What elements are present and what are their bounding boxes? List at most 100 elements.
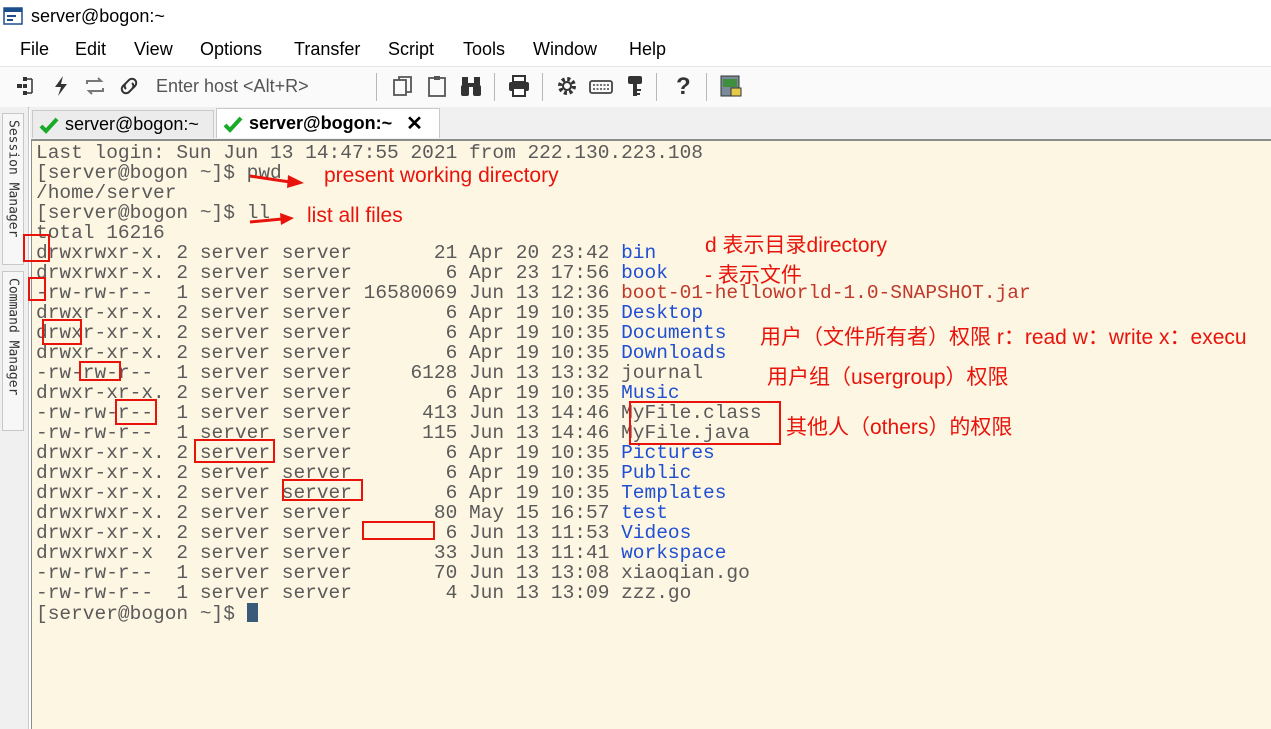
file-meta: 2 server server 21 Apr 20 23:42	[164, 242, 622, 264]
disconnect-icon[interactable]	[116, 73, 142, 99]
arrow-pwd	[249, 174, 304, 188]
annotation-group: 用户组（usergroup）权限	[767, 366, 1009, 389]
file-meta: 2 server server 6 Apr 19 10:35	[164, 382, 622, 404]
session-manager-tab[interactable]: Session Manager	[2, 113, 24, 265]
check-icon	[39, 117, 59, 134]
menu-window[interactable]: Window	[533, 39, 597, 60]
file-list-row: -rw-rw-r-- 1 server server 4 Jun 13 13:0…	[36, 583, 691, 603]
file-name: Videos	[621, 522, 692, 544]
file-list-row: -rw-rw-r-- 1 server server 16580069 Jun …	[36, 283, 1031, 303]
toolbar-separator	[706, 73, 707, 101]
menu-bar: File Edit View Options Transfer Script T…	[0, 37, 1271, 65]
terminal-line-pwd-output: /home/server	[36, 182, 177, 204]
file-list-row: drwxrwxr-x 2 server server 33 Jun 13 11:…	[36, 543, 726, 563]
tab-label: server@bogon:~	[249, 113, 393, 133]
menu-edit[interactable]: Edit	[75, 39, 106, 60]
highlight-group-perm	[79, 361, 121, 381]
file-list-row: -rw-rw-r-- 1 server server 6128 Jun 13 1…	[36, 363, 703, 383]
file-name: zzz.go	[621, 582, 692, 604]
highlight-size	[362, 521, 435, 540]
help-icon[interactable]: ?	[670, 73, 696, 99]
toolbar-separator	[542, 73, 543, 101]
tab-session-1[interactable]: server@bogon:~	[32, 110, 214, 138]
find-icon[interactable]	[458, 73, 484, 99]
annotation-pwd: present working directory	[324, 164, 559, 187]
sftp-icon[interactable]	[718, 73, 744, 99]
file-list-row: drwxr-xr-x. 2 server server 6 Apr 19 10:…	[36, 303, 703, 323]
menu-tools[interactable]: Tools	[463, 39, 505, 60]
paste-icon[interactable]	[424, 73, 450, 99]
highlight-file-flag	[28, 277, 46, 301]
file-permissions: drwxr-xr-x.	[36, 482, 165, 504]
file-meta: 2 server server 6 Apr 19 10:35	[164, 342, 622, 364]
close-icon[interactable]: ✕	[406, 111, 423, 136]
svg-text:?: ?	[676, 73, 691, 99]
file-permissions: -rw-rw-r--	[36, 582, 154, 604]
side-panel: Session Manager Command Manager	[0, 107, 29, 729]
menu-view[interactable]: View	[134, 39, 173, 60]
highlight-myfile	[629, 401, 781, 445]
annotation-user: 用户（文件所有者）权限 r：read w：write x：execu	[760, 326, 1247, 349]
file-name: boot-01-helloworld-1.0-SNAPSHOT.jar	[621, 282, 1031, 304]
terminal-line-cmd-ll: [server@bogon ~]$ ll	[36, 202, 271, 224]
toolbar-separator	[376, 73, 377, 101]
file-name: Desktop	[621, 302, 704, 324]
file-meta: 2 server server 6 Apr 19 10:35	[164, 322, 622, 344]
annotation-dir: d 表示目录directory	[705, 234, 888, 257]
menu-file[interactable]: File	[20, 39, 49, 60]
file-list-row: drwxr-xr-x. 2 server server 6 Apr 19 10:…	[36, 463, 691, 483]
file-meta: 2 server server 6 Apr 23 17:56	[164, 262, 622, 284]
file-list-row: drwxr-xr-x. 2 server server 6 Apr 19 10:…	[36, 343, 726, 363]
file-meta: 2 server server 6 Apr 19 10:35	[164, 462, 622, 484]
toolbar: ?	[0, 66, 1271, 108]
file-permissions: drwxr-xr-x.	[36, 462, 165, 484]
file-meta: 1 server server 16580069 Jun 13 12:36	[153, 282, 622, 304]
terminal-line-cmd-pwd: [server@bogon ~]$ pwd	[36, 162, 282, 184]
copy-icon[interactable]	[390, 73, 416, 99]
file-list-row: drwxr-xr-x. 2 server server 6 Apr 19 10:…	[36, 483, 726, 503]
reconnect-icon[interactable]	[82, 73, 108, 99]
toolbar-separator	[494, 73, 495, 101]
file-list-row: -rw-rw-r-- 1 server server 70 Jun 13 13:…	[36, 563, 750, 583]
menu-script[interactable]: Script	[388, 39, 434, 60]
file-meta: 2 server server 6 Apr 19 10:35	[164, 302, 622, 324]
print-icon[interactable]	[506, 73, 532, 99]
annotation-ll: list all files	[307, 204, 403, 227]
highlight-owner	[194, 439, 275, 463]
file-name: journal	[621, 362, 704, 384]
file-meta: 1 server server 4 Jun 13 13:09	[153, 582, 622, 604]
toolbar-separator	[656, 73, 657, 101]
quick-connect-icon[interactable]	[48, 73, 74, 99]
window-title: server@bogon:~	[31, 6, 165, 26]
menu-options[interactable]: Options	[200, 39, 262, 60]
arrow-ll	[249, 213, 294, 225]
file-list-row: drwxrwxr-x. 2 server server 80 May 15 16…	[36, 503, 668, 523]
gear-icon[interactable]	[554, 73, 580, 99]
menu-help[interactable]: Help	[629, 39, 666, 60]
command-manager-tab[interactable]: Command Manager	[2, 271, 24, 431]
file-permissions: drwxrwxr-x.	[36, 262, 165, 284]
file-permissions: drwxr-xr-x.	[36, 442, 165, 464]
terminal-line-last-login: Last login: Sun Jun 13 14:47:55 2021 fro…	[36, 142, 704, 164]
keyboard-icon[interactable]	[588, 73, 614, 99]
tab-session-2[interactable]: server@bogon:~ ✕	[216, 108, 440, 138]
file-name: Public	[621, 462, 692, 484]
highlight-group	[282, 479, 363, 501]
menu-transfer[interactable]: Transfer	[294, 39, 360, 60]
file-permissions: -rw-rw-r--	[36, 562, 154, 584]
file-list-row: drwxrwxr-x. 2 server server 6 Apr 23 17:…	[36, 263, 668, 283]
file-meta: 1 server server 413 Jun 13 14:46	[153, 402, 622, 424]
file-name: bin	[621, 242, 657, 264]
file-meta: 2 server server 33 Jun 13 11:41	[153, 542, 622, 564]
file-permissions: -rw-rw-r--	[36, 282, 154, 304]
file-permissions: drwxr-xr-x.	[36, 522, 165, 544]
key-icon[interactable]	[622, 73, 648, 99]
file-name: Downloads	[621, 342, 727, 364]
annotation-others: 其他人（others）的权限	[786, 416, 1013, 439]
host-input[interactable]	[150, 73, 382, 99]
file-name: test	[621, 502, 668, 524]
file-meta: 1 server server 70 Jun 13 13:08	[153, 562, 622, 584]
check-icon	[223, 116, 243, 133]
connect-icon[interactable]	[12, 73, 38, 99]
file-meta: 2 server server 6 Apr 19 10:35	[164, 482, 622, 504]
